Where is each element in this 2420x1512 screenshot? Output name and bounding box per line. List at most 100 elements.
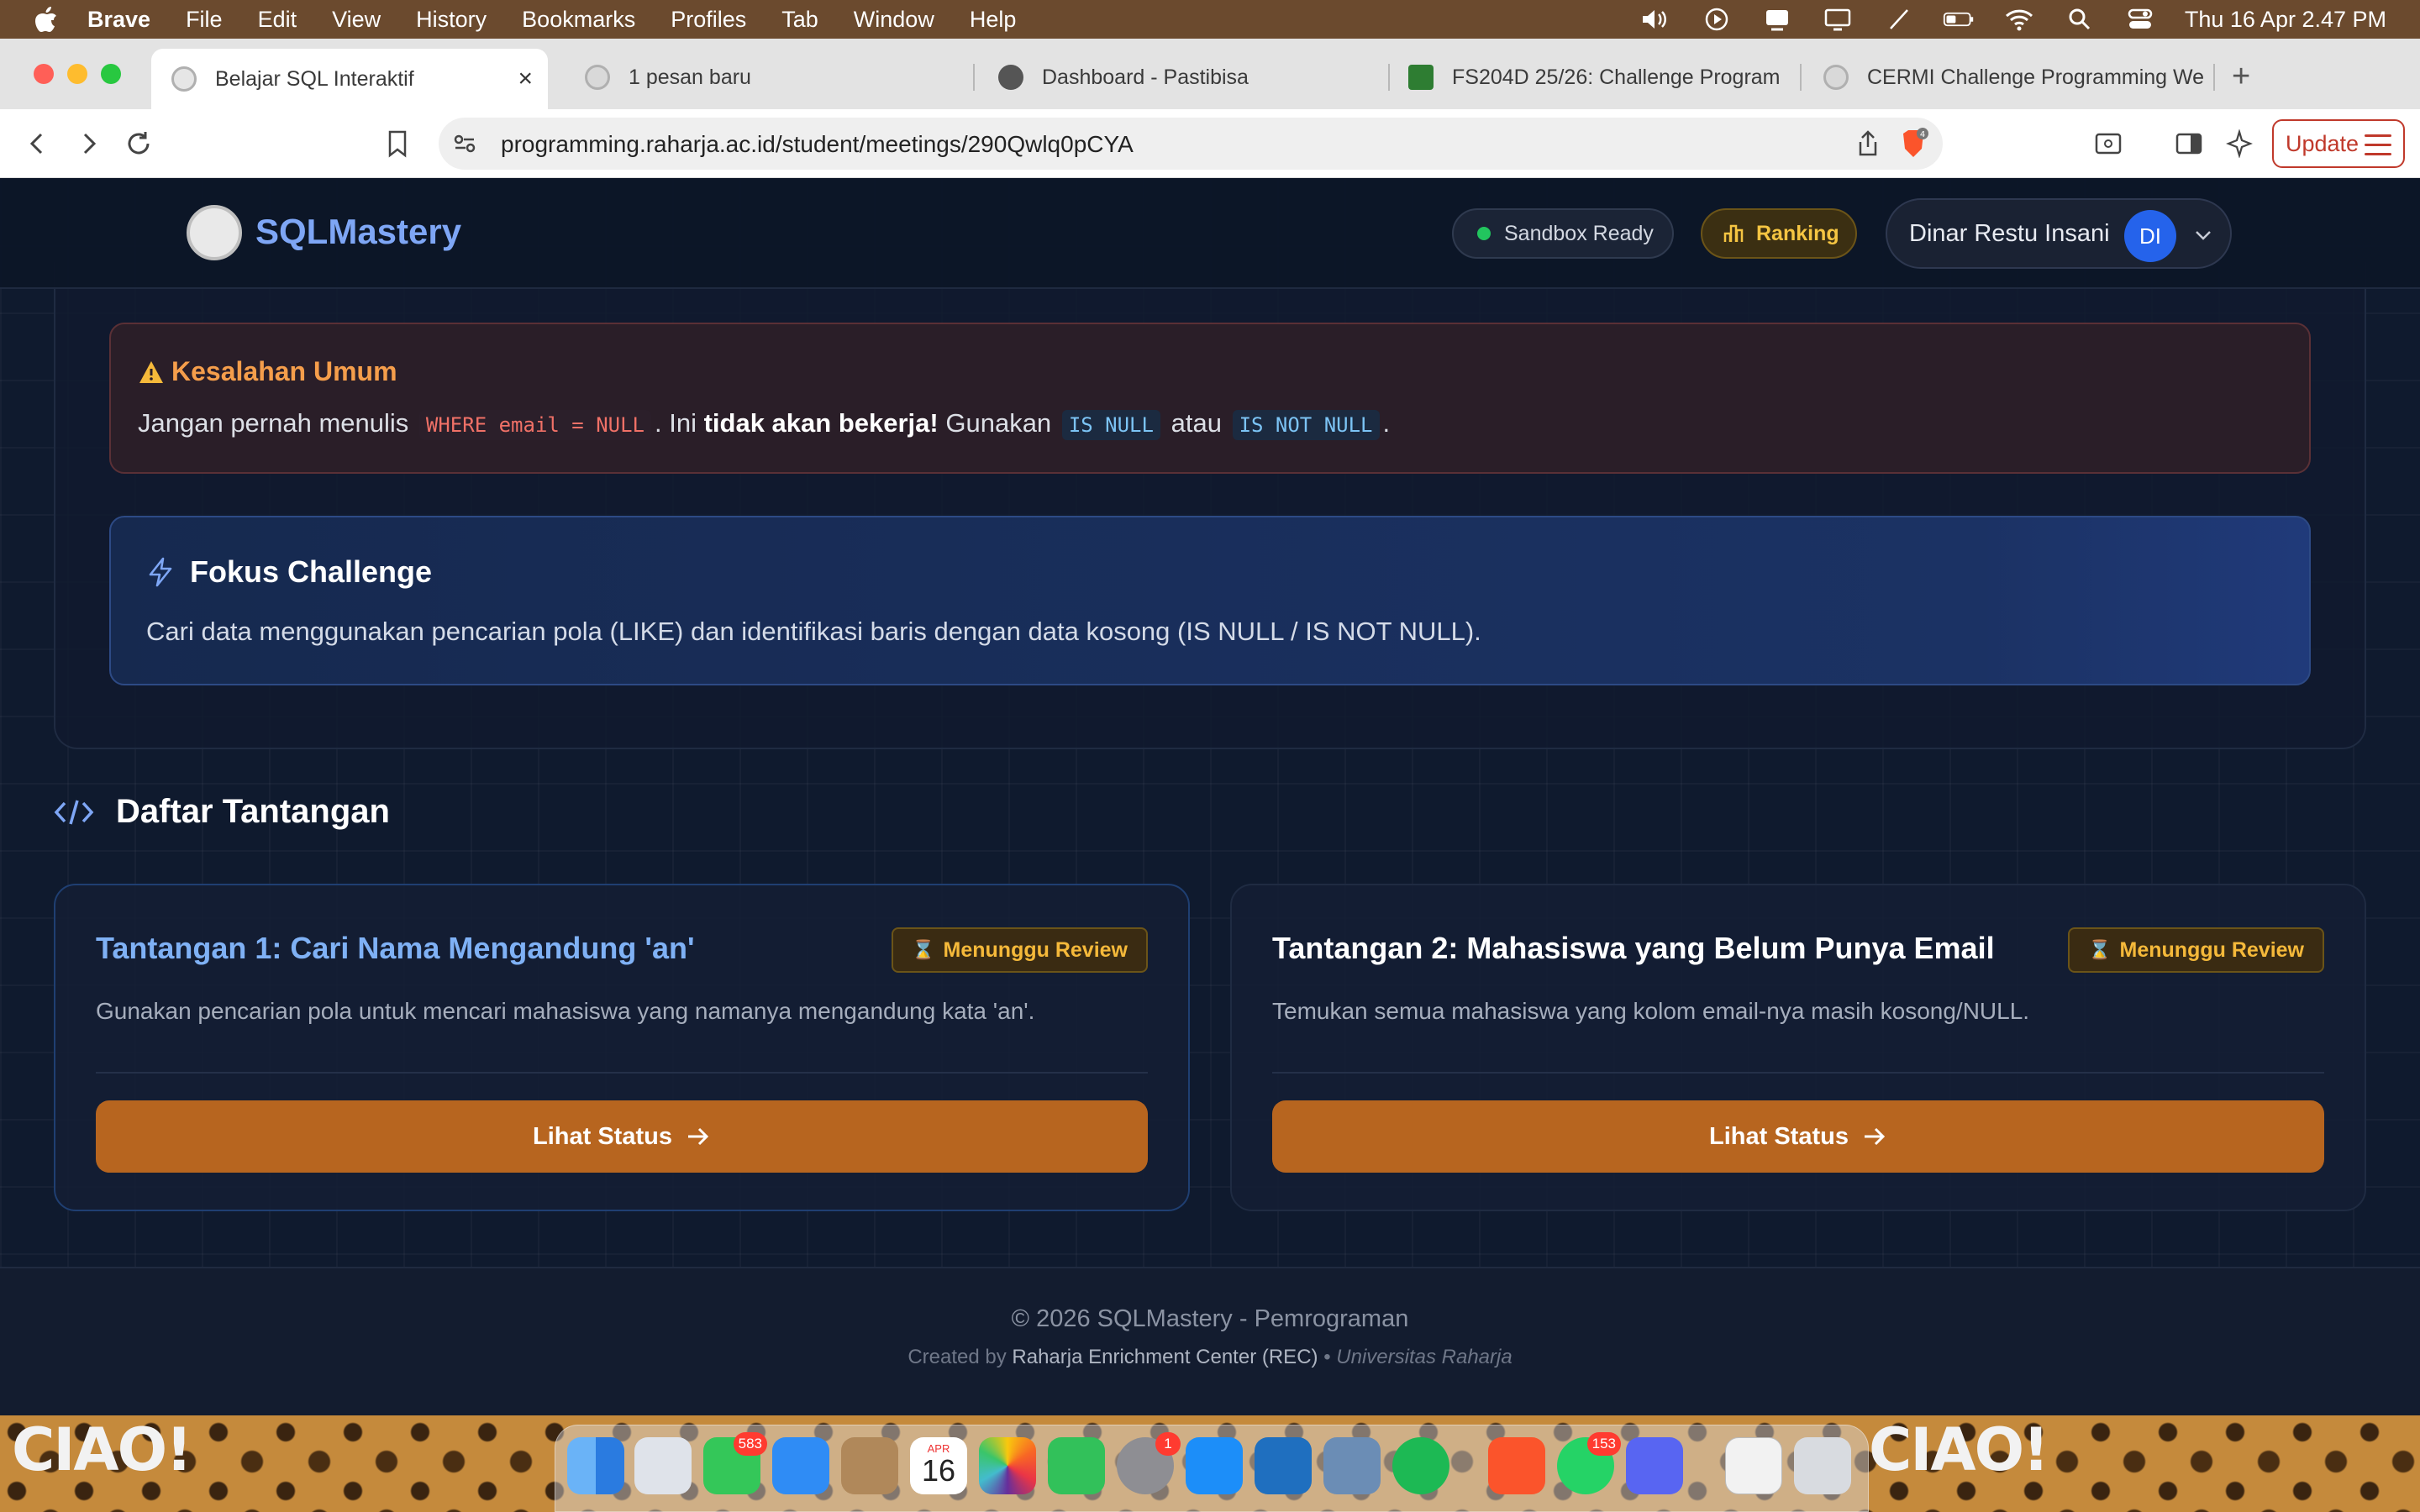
view-status-button[interactable]: Lihat Status <box>1272 1100 2324 1173</box>
lightning-icon <box>149 557 172 587</box>
section-title-text: Daftar Tantangan <box>116 793 390 830</box>
menu-edit[interactable]: Edit <box>258 7 297 33</box>
user-menu[interactable]: Dinar Restu Insani DI <box>1886 198 2232 269</box>
url-text[interactable]: programming.raharja.ac.id/student/meetin… <box>501 131 1134 158</box>
whatsapp-icon[interactable]: 153 <box>1557 1432 1621 1494</box>
system-settings-icon[interactable]: 1 <box>1117 1432 1181 1494</box>
credit-prefix: Created by <box>908 1346 1007 1368</box>
menu-profiles[interactable]: Profiles <box>671 7 746 33</box>
finder-icon[interactable] <box>567 1437 624 1494</box>
forward-arrow-icon[interactable] <box>71 126 106 161</box>
menu-app-name[interactable]: Brave <box>87 7 150 33</box>
site-logo-text[interactable]: SQLMastery <box>255 212 461 252</box>
calendar-day: 16 <box>921 1453 956 1488</box>
challenge-title[interactable]: Tantangan 1: Cari Nama Mengandung 'an' <box>96 931 695 966</box>
tab-pesan-baru[interactable]: 1 pesan baru <box>565 49 960 106</box>
alert-title: Kesalahan Umum <box>138 356 397 387</box>
volume-icon[interactable] <box>1640 7 1672 32</box>
spotify-icon[interactable] <box>1392 1437 1449 1494</box>
menu-history[interactable]: History <box>416 7 487 33</box>
new-tab-plus-icon[interactable]: + <box>2232 60 2250 92</box>
focus-title: Fokus Challenge <box>146 554 432 590</box>
button-label: Lihat Status <box>533 1122 672 1150</box>
menu-help[interactable]: Help <box>970 7 1017 33</box>
credit-rec-link[interactable]: Raharja Enrichment Center (REC) <box>1012 1346 1318 1368</box>
discord-icon[interactable] <box>1626 1437 1683 1494</box>
reload-icon[interactable] <box>121 126 156 161</box>
battery-icon[interactable] <box>1943 7 1975 32</box>
brave-browser-icon[interactable] <box>1488 1437 1545 1494</box>
close-tab-icon[interactable]: × <box>518 65 533 93</box>
site-footer: © 2026 SQLMastery - Pemrograman Created … <box>0 1267 2420 1415</box>
status-dot-icon <box>1477 227 1491 240</box>
play-icon[interactable] <box>1701 7 1733 32</box>
maximize-window-button[interactable] <box>101 64 121 84</box>
tab-fs204d-challenge[interactable]: FS204D 25/26: Challenge Program <box>1388 49 1791 106</box>
preview-icon[interactable] <box>1323 1437 1381 1494</box>
leo-ai-sparkle-icon[interactable] <box>2222 126 2257 161</box>
whatsapp-badge: 153 <box>1586 1432 1621 1456</box>
tab-belajar-sql[interactable]: Belajar SQL Interaktif × <box>151 49 548 109</box>
share-icon[interactable] <box>1850 126 1886 161</box>
hamburger-menu-icon[interactable] <box>2365 134 2391 162</box>
reader-mode-icon[interactable] <box>2091 126 2126 161</box>
wallpaper-text: CIAO! <box>1869 1415 2049 1484</box>
status-badge-text: Menunggu Review <box>943 937 1128 962</box>
facetime-icon[interactable] <box>1048 1437 1105 1494</box>
menu-bar-clock[interactable]: Thu 16 Apr 2.47 PM <box>2185 7 2386 33</box>
tab-cermi-challenge[interactable]: CERMI Challenge Programming We <box>1803 49 2207 106</box>
brave-shields-icon[interactable]: 4 <box>1896 126 1931 161</box>
photos-icon[interactable] <box>979 1437 1036 1494</box>
address-bar[interactable]: programming.raharja.ac.id/student/meetin… <box>439 118 1943 170</box>
warning-icon <box>139 360 163 383</box>
cast-icon[interactable] <box>1761 7 1793 32</box>
settings-badge: 1 <box>1155 1432 1181 1456</box>
menu-window[interactable]: Window <box>854 7 934 33</box>
sandbox-status-pill: Sandbox Ready <box>1452 208 1674 259</box>
control-center-icon[interactable] <box>2124 7 2156 32</box>
challenge-focus-box: Fokus Challenge Cari data menggunakan pe… <box>109 516 2311 685</box>
wifi-icon[interactable] <box>2003 7 2035 32</box>
ranking-button[interactable]: Ranking <box>1701 208 1857 259</box>
code-is-not-null: IS NOT NULL <box>1232 410 1380 440</box>
update-button[interactable]: Update <box>2272 119 2405 168</box>
app-store-icon[interactable] <box>1186 1437 1243 1494</box>
minimize-window-button[interactable] <box>67 64 87 84</box>
menu-bookmarks[interactable]: Bookmarks <box>522 7 635 33</box>
calendar-icon[interactable]: APR 16 <box>910 1437 967 1494</box>
challenge-card-2: Tantangan 2: Mahasiswa yang Belum Punya … <box>1230 884 2366 1211</box>
vscode-icon[interactable] <box>1255 1437 1312 1494</box>
alert-text: Jangan pernah menulis WHERE email = NULL… <box>138 408 1390 440</box>
tab-title: Dashboard - Pastibisa <box>1042 65 1249 89</box>
apple-icon[interactable] <box>34 5 59 34</box>
chevron-down-icon[interactable] <box>2191 223 2215 247</box>
mail-icon[interactable] <box>772 1437 829 1494</box>
avatar: DI <box>2124 210 2176 262</box>
close-window-button[interactable] <box>34 64 54 84</box>
site-settings-icon[interactable] <box>447 126 482 161</box>
browser-tab-strip: Belajar SQL Interaktif × 1 pesan baru Da… <box>0 39 2420 109</box>
credit-university[interactable]: Universitas Raharja <box>1336 1346 1512 1368</box>
spotlight-search-icon[interactable] <box>2064 7 2096 32</box>
view-status-button[interactable]: Lihat Status <box>96 1100 1148 1173</box>
display-icon[interactable] <box>1822 7 1854 32</box>
university-logo-icon[interactable] <box>187 205 242 260</box>
pen-icon[interactable] <box>1882 7 1914 32</box>
challenge-title[interactable]: Tantangan 2: Mahasiswa yang Belum Punya … <box>1272 931 1995 966</box>
challenge-description: Gunakan pencarian pola untuk mencari mah… <box>96 998 1035 1024</box>
messages-icon[interactable]: 583 <box>703 1432 767 1494</box>
favicon-icon <box>585 65 610 90</box>
back-arrow-icon[interactable] <box>20 126 55 161</box>
status-badge: ⌛ Menunggu Review <box>2068 927 2324 973</box>
bookmark-icon[interactable] <box>380 126 415 161</box>
menu-view[interactable]: View <box>332 7 381 33</box>
sidebar-toggle-icon[interactable] <box>2171 126 2207 161</box>
menu-file[interactable]: File <box>186 7 223 33</box>
downloads-stack-icon[interactable] <box>1725 1437 1782 1494</box>
trash-icon[interactable] <box>1794 1437 1851 1494</box>
contacts-icon[interactable] <box>841 1437 898 1494</box>
launchpad-icon[interactable] <box>634 1437 692 1494</box>
tab-dashboard-pastibisa[interactable]: Dashboard - Pastibisa <box>978 49 1381 106</box>
menu-tab[interactable]: Tab <box>781 7 818 33</box>
code-is-null: IS NULL <box>1061 410 1160 440</box>
